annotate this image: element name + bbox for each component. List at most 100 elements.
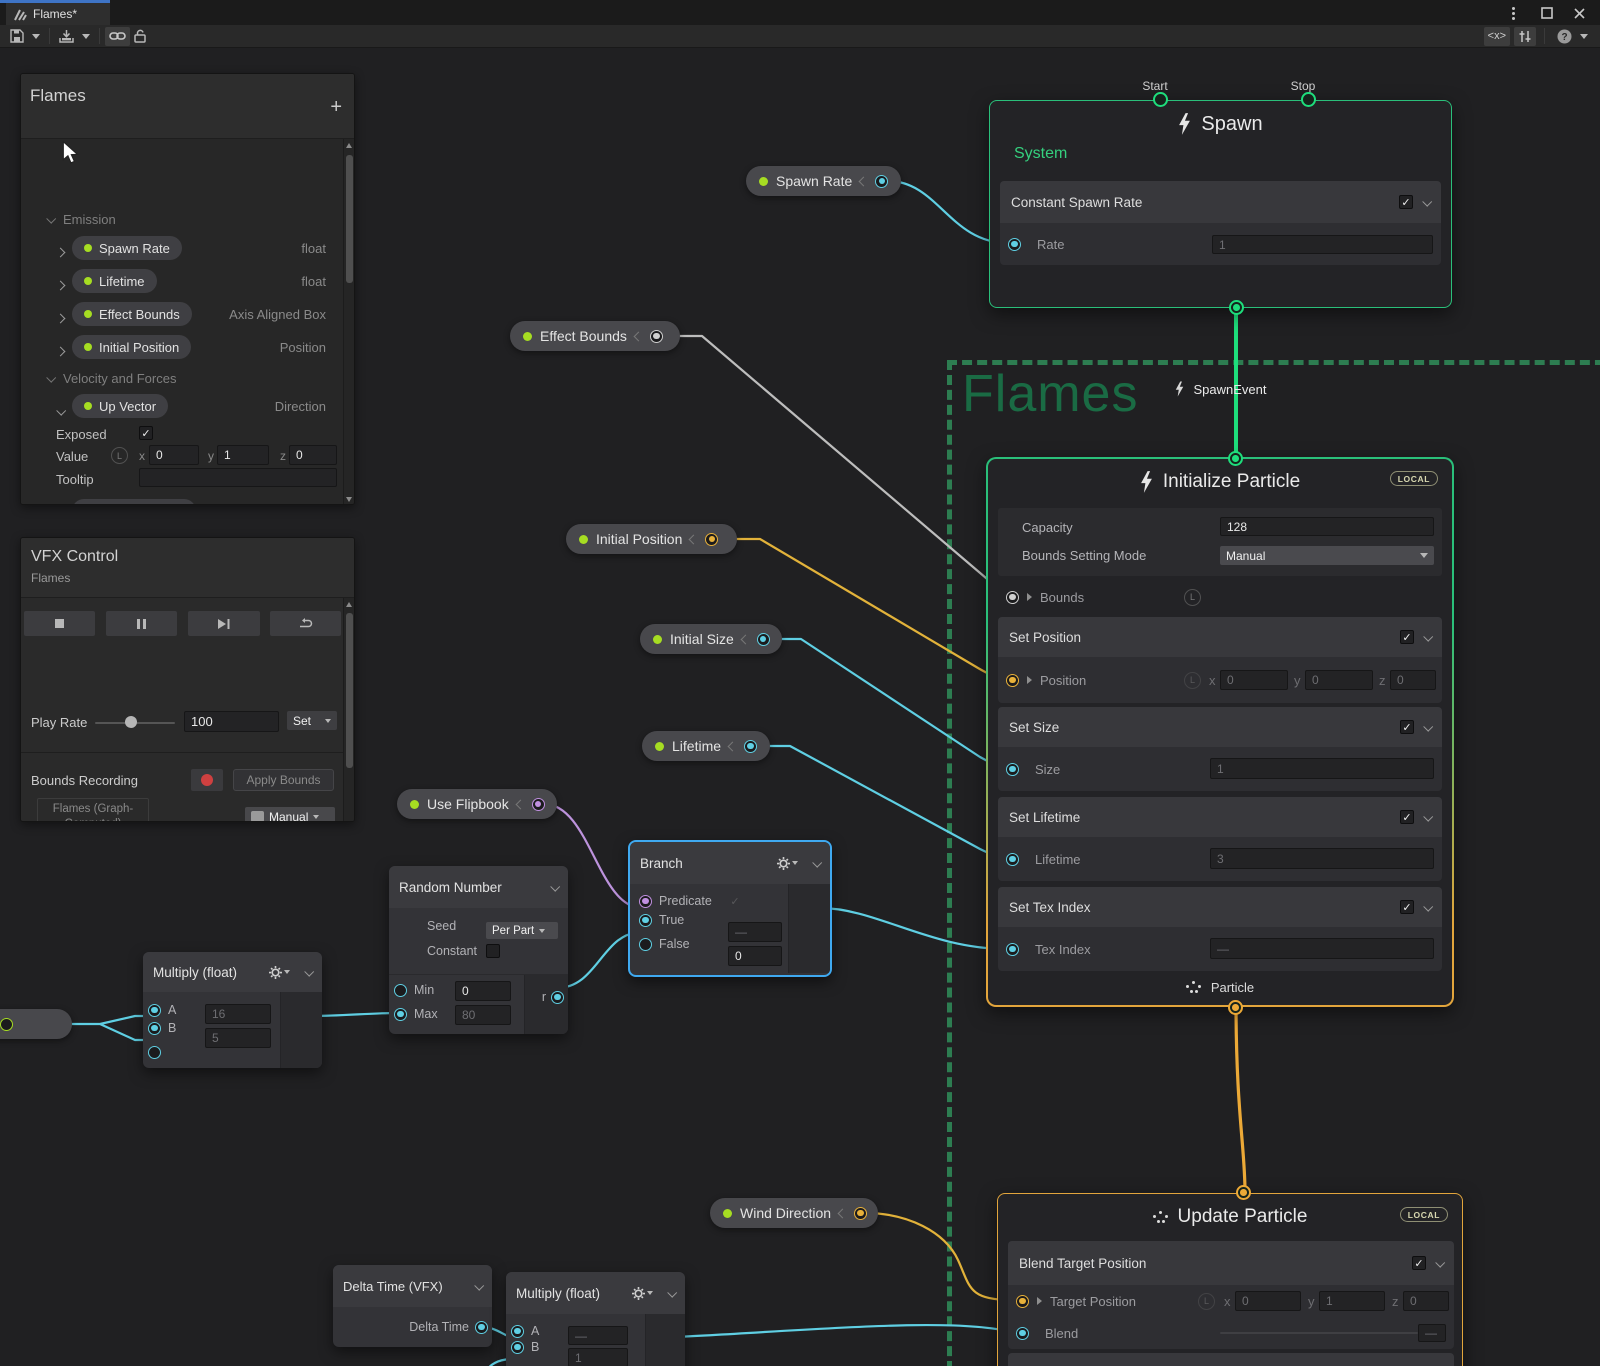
exposed-checkbox[interactable] xyxy=(139,426,153,440)
param-pill-spawn-rate[interactable]: Spawn Rate xyxy=(746,166,901,196)
link-icon[interactable] xyxy=(105,27,130,46)
lifetime-field[interactable]: 3 xyxy=(1210,848,1434,869)
system-context-label[interactable]: System xyxy=(1014,145,1067,163)
block-collapse-icon[interactable] xyxy=(1435,1257,1445,1267)
constant-checkbox[interactable] xyxy=(486,944,500,958)
category-emission[interactable]: Emission xyxy=(47,212,116,227)
random-output-port[interactable] xyxy=(551,991,564,1004)
wire-multiply2-to-blend[interactable] xyxy=(674,1325,1011,1337)
a-field[interactable]: — xyxy=(568,1326,628,1345)
target-y-field[interactable]: 1 xyxy=(1319,1291,1385,1311)
expander-icon[interactable] xyxy=(57,342,64,360)
param-pill-effect-bounds[interactable]: Effect Bounds xyxy=(510,321,680,351)
blackboard-scrollbar[interactable] xyxy=(343,139,354,505)
apply-bounds-button[interactable]: Apply Bounds xyxy=(233,769,334,791)
b-input-port[interactable] xyxy=(148,1022,161,1035)
blend-field[interactable]: — xyxy=(1418,1324,1446,1342)
expand-icon[interactable] xyxy=(1027,676,1032,684)
initialize-particle-node[interactable]: Initialize Particle LOCAL Capacity 128 B… xyxy=(986,457,1454,1007)
vfx-control-scrollbar[interactable] xyxy=(343,598,354,822)
node-collapse-icon[interactable] xyxy=(667,1287,677,1297)
min-input-port[interactable] xyxy=(394,984,407,997)
scrollbar-thumb[interactable] xyxy=(346,155,353,283)
maximize-icon[interactable] xyxy=(1538,4,1556,22)
wire-branch-to-texindex[interactable] xyxy=(820,908,1007,949)
set-tex-index-block[interactable]: Set Tex Index xyxy=(998,887,1442,927)
output-port[interactable] xyxy=(744,740,757,753)
blend-slider[interactable] xyxy=(1220,1332,1418,1334)
max-field[interactable]: 80 xyxy=(455,1005,511,1025)
bounds-input-port[interactable] xyxy=(1006,591,1019,604)
import-icon[interactable] xyxy=(55,27,78,46)
target-z-field[interactable]: 0 xyxy=(1403,1291,1449,1311)
set-position-block[interactable]: Set Position xyxy=(998,617,1442,657)
node-collapse-icon[interactable] xyxy=(304,966,314,976)
position-z-field[interactable]: 0 xyxy=(1390,670,1436,690)
blend-input-port[interactable] xyxy=(1016,1327,1029,1340)
record-button[interactable] xyxy=(190,768,224,792)
block-collapse-icon[interactable] xyxy=(1422,196,1432,206)
collapse-icon[interactable] xyxy=(728,741,738,751)
node-collapse-icon[interactable] xyxy=(812,857,822,867)
wire-size-fork[interactable] xyxy=(59,1016,149,1040)
constant-spawn-rate-block[interactable]: Constant Spawn Rate xyxy=(1000,181,1441,223)
min-field[interactable]: 0 xyxy=(455,981,511,1001)
set-size-block[interactable]: Set Size xyxy=(998,707,1442,747)
delta-output-port[interactable] xyxy=(475,1321,488,1334)
delta-time-node[interactable]: Delta Time (VFX) Delta Time xyxy=(333,1265,492,1347)
output-port[interactable] xyxy=(757,633,770,646)
bounds-mode-dropdown[interactable]: Manual xyxy=(245,807,335,822)
true-field[interactable]: — xyxy=(728,922,782,942)
start-flow-port[interactable] xyxy=(1153,92,1168,107)
param-pill-initial-size[interactable]: Initial Size xyxy=(640,624,782,654)
space-toggle-icon[interactable] xyxy=(1184,589,1201,606)
random-number-node[interactable]: Random Number Seed Per Part Constant Min… xyxy=(389,866,568,1034)
position-x-field[interactable]: 0 xyxy=(1220,670,1288,690)
predicate-input-port[interactable] xyxy=(639,895,652,908)
block-enabled-checkbox[interactable] xyxy=(1412,1256,1426,1270)
expand-icon[interactable] xyxy=(1037,1297,1042,1305)
output-port[interactable] xyxy=(854,1207,867,1220)
stop-flow-port[interactable] xyxy=(1301,92,1316,107)
wire-wind-direction[interactable] xyxy=(865,1213,1011,1300)
b-field[interactable]: 5 xyxy=(205,1028,271,1048)
bb-item-wind-direction[interactable]: Wind Direction xyxy=(72,499,196,505)
expander-icon[interactable] xyxy=(57,402,64,420)
output-port[interactable] xyxy=(875,175,888,188)
collapse-icon[interactable] xyxy=(689,534,699,544)
wire-effect-bounds[interactable] xyxy=(667,336,1007,597)
help-icon[interactable]: ? xyxy=(1553,27,1576,46)
a-input-port[interactable] xyxy=(148,1004,161,1017)
bb-item-spawn-rate[interactable]: Spawn Rate xyxy=(72,236,182,260)
update-particle-node[interactable]: Update Particle LOCAL Blend Target Posit… xyxy=(997,1193,1463,1366)
import-dropdown-icon[interactable] xyxy=(78,27,94,46)
up-vector-x-field[interactable]: 0 xyxy=(149,445,199,465)
extra-input-port[interactable] xyxy=(148,1046,161,1059)
node-collapse-icon[interactable] xyxy=(550,881,560,891)
sliders-icon[interactable] xyxy=(1514,27,1536,46)
chevron-down-icon[interactable] xyxy=(46,214,56,224)
set-lifetime-block[interactable]: Set Lifetime xyxy=(998,797,1442,837)
node-collapse-icon[interactable] xyxy=(474,1280,484,1290)
collapse-icon[interactable] xyxy=(740,634,750,644)
lifetime-input-port[interactable] xyxy=(1006,853,1019,866)
wire-multiply1-to-max[interactable] xyxy=(311,1013,396,1016)
slider-knob[interactable] xyxy=(125,716,137,728)
restart-button[interactable] xyxy=(269,610,342,637)
tex-index-input-port[interactable] xyxy=(1006,943,1019,956)
input-flow-port[interactable] xyxy=(1236,1185,1251,1200)
gear-icon[interactable] xyxy=(269,966,290,979)
output-port[interactable] xyxy=(532,798,545,811)
collapse-icon[interactable] xyxy=(859,176,869,186)
scrollbar-thumb[interactable] xyxy=(346,613,353,768)
tab-flames[interactable]: Flames* xyxy=(6,3,110,25)
multiply-float-node-2[interactable]: Multiply (float) A — B 1 xyxy=(506,1272,685,1366)
b-field[interactable]: 1 xyxy=(568,1348,628,1366)
output-port[interactable] xyxy=(0,1018,13,1031)
rate-input-port[interactable] xyxy=(1008,238,1021,251)
param-pill-initial-position[interactable]: Initial Position xyxy=(566,524,737,554)
bb-item-effect-bounds[interactable]: Effect Bounds xyxy=(72,302,192,326)
spawn-output-flow-port[interactable] xyxy=(1229,300,1244,315)
collapse-icon[interactable] xyxy=(633,331,643,341)
param-pill-use-flipbook[interactable]: Use Flipbook xyxy=(397,789,557,819)
